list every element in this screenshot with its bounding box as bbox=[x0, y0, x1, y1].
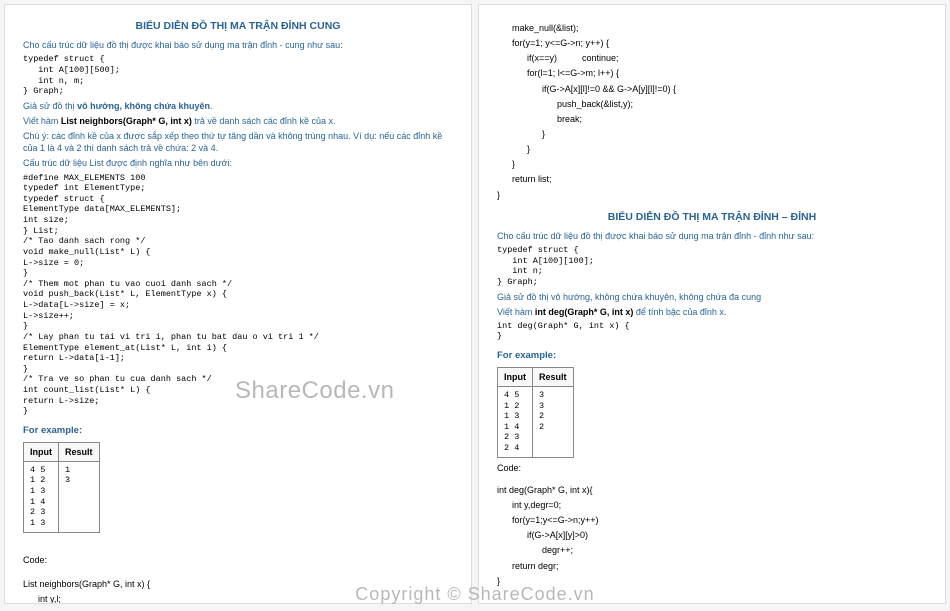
c2-3: if(x==y) continue; bbox=[497, 52, 927, 64]
c2-4: for(l=1; l<=G->m; l++) { bbox=[497, 67, 927, 79]
assume-post: . bbox=[210, 101, 213, 111]
c2b-3: if(G->A[x][y]>0) bbox=[497, 529, 927, 541]
c2b-6: } bbox=[497, 575, 927, 587]
func-pre: Viết hàm bbox=[23, 116, 61, 126]
th-result-2: Result bbox=[533, 367, 574, 386]
page2-assume: Giả sử đồ thị vô hướng, không chứa khuyê… bbox=[497, 291, 927, 303]
code-label-1: Code: bbox=[23, 554, 453, 566]
document-page-1: BIỂU DIỄN ĐỒ THỊ MA TRẬN ĐỈNH CUNG Cho c… bbox=[4, 4, 472, 604]
c2-11: return list; bbox=[497, 173, 927, 185]
document-page-2: make_null(&list); for(y=1; y<=G->n; y++)… bbox=[478, 4, 946, 604]
page2-proto: int deg(Graph* G, int x) { } bbox=[497, 321, 927, 342]
page1-intro: Cho cấu trúc dữ liệu đồ thị được khai bá… bbox=[23, 39, 453, 51]
page-spread: BIỂU DIỄN ĐỒ THỊ MA TRẬN ĐỈNH CUNG Cho c… bbox=[0, 0, 950, 611]
func-post: trả về danh sách các đỉnh kề của x. bbox=[192, 116, 336, 126]
page1-title: BIỂU DIỄN ĐỒ THỊ MA TRẬN ĐỈNH CUNG bbox=[23, 19, 453, 33]
page1-listdef-code: #define MAX_ELEMENTS 100 typedef int Ele… bbox=[23, 173, 453, 417]
c2b-5: return degr; bbox=[497, 560, 927, 572]
page1-func: Viết hàm List neighbors(Graph* G, int x)… bbox=[23, 115, 453, 127]
code1-start: List neighbors(Graph* G, int x) { bbox=[23, 578, 453, 590]
th-input-1: Input bbox=[24, 442, 59, 461]
c2-2: for(y=1; y<=G->n; y++) { bbox=[497, 37, 927, 49]
code-label-2: Code: bbox=[497, 462, 927, 474]
c2-9: } bbox=[497, 143, 927, 155]
assume-bold: vô hướng, không chứa khuyên bbox=[77, 101, 210, 111]
ex2-input: 4 5 1 2 1 3 1 4 2 3 2 4 bbox=[504, 390, 526, 454]
page1-listdef-intro: Cấu trúc dữ liệu List được định nghĩa nh… bbox=[23, 157, 453, 169]
c2b-4: degr++; bbox=[497, 544, 927, 556]
page1-struct-code: typedef struct { int A[100][500]; int n,… bbox=[23, 54, 453, 97]
c2-5: if(G->A[x][l]!=0 && G->A[y][l]!=0) { bbox=[497, 83, 927, 95]
page1-note: Chú ý: các đỉnh kề của x được sắp xếp th… bbox=[23, 130, 453, 154]
c2b-1: int y,degr=0; bbox=[497, 499, 927, 511]
func2-post: để tính bậc của đỉnh x. bbox=[633, 307, 726, 317]
example-label-1: For example: bbox=[23, 425, 453, 438]
ex1-input: 4 5 1 2 1 3 1 4 2 3 1 3 bbox=[30, 465, 52, 529]
ex1-result: 1 3 bbox=[65, 465, 93, 486]
c2-7: break; bbox=[497, 113, 927, 125]
page2-struct: typedef struct { int A[100][100]; int n;… bbox=[497, 245, 927, 288]
page2-func: Viết hàm int deg(Graph* G, int x) để tín… bbox=[497, 306, 927, 318]
c2b-2: for(y=1;y<=G->n;y++) bbox=[497, 514, 927, 526]
c2b-0: int deg(Graph* G, int x){ bbox=[497, 484, 927, 496]
th-input-2: Input bbox=[498, 367, 533, 386]
c2-10: } bbox=[497, 158, 927, 170]
example-table-2: Input Result 4 5 1 2 1 3 1 4 2 3 2 4 3 3… bbox=[497, 367, 574, 458]
page1-assume: Giả sử đồ thị vô hướng, không chứa khuyê… bbox=[23, 100, 453, 112]
c2-8: } bbox=[497, 128, 927, 140]
example-label-2: For example: bbox=[497, 350, 927, 363]
assume-pre: Giả sử đồ thị bbox=[23, 101, 77, 111]
ex2-result: 3 3 2 2 bbox=[539, 390, 567, 433]
c2-12: } bbox=[497, 189, 927, 201]
page2-intro: Cho cấu trúc dữ liệu đồ thị được khai bá… bbox=[497, 230, 927, 242]
example-table-1: Input Result 4 5 1 2 1 3 1 4 2 3 1 3 1 3 bbox=[23, 442, 100, 533]
c2-1: make_null(&list); bbox=[497, 22, 927, 34]
c2-6: push_back(&list,y); bbox=[497, 98, 927, 110]
func2-pre: Viết hàm bbox=[497, 307, 535, 317]
func2-bold: int deg(Graph* G, int x) bbox=[535, 307, 634, 317]
page2-title: BIỂU DIỄN ĐỒ THỊ MA TRẬN ĐỈNH – ĐỈNH bbox=[497, 210, 927, 224]
th-result-1: Result bbox=[59, 442, 100, 461]
func-bold: List neighbors(Graph* G, int x) bbox=[61, 116, 192, 126]
code1-l1: int y,l; bbox=[23, 593, 453, 604]
